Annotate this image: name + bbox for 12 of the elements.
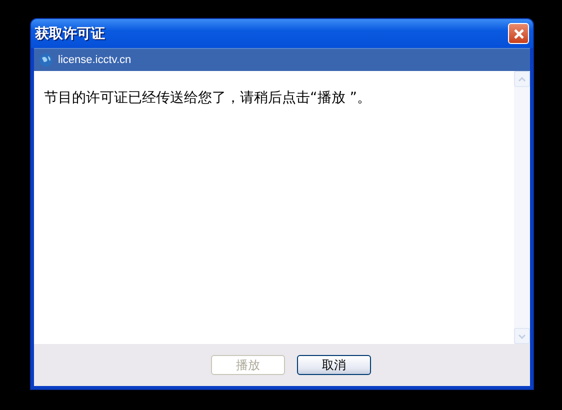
scroll-up-button[interactable] xyxy=(514,71,530,87)
cancel-button[interactable]: 取消 xyxy=(297,355,371,375)
url-text: license.icctv.cn xyxy=(58,54,132,66)
scrollbar[interactable] xyxy=(514,71,530,344)
message-text: 节目的许可证已经传送给您了，请稍后点击“播放 ”。 xyxy=(44,90,371,106)
chevron-up-icon xyxy=(518,76,526,82)
chevron-down-icon xyxy=(518,334,526,338)
globe-icon xyxy=(39,53,53,67)
close-icon xyxy=(512,28,524,40)
scroll-down-button[interactable] xyxy=(514,328,530,344)
window-title: 获取许可证 xyxy=(35,24,105,42)
close-button[interactable] xyxy=(508,23,529,44)
